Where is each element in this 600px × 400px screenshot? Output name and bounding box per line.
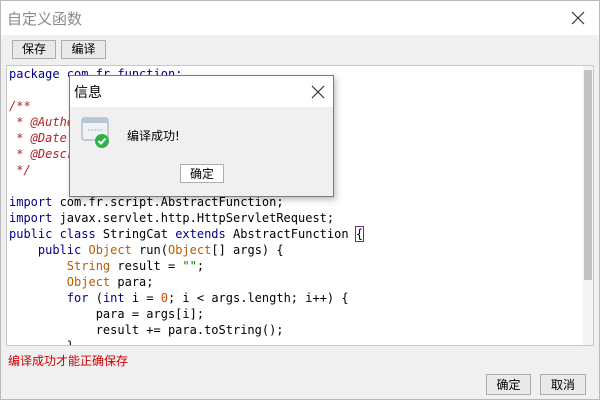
dialog-title-bar: 信息 <box>70 76 333 107</box>
code-token: com.fr.script.AbstractFunction; <box>52 195 284 209</box>
compile-button[interactable]: 编译 <box>61 40 106 59</box>
code-token: [] args) { <box>211 243 284 257</box>
success-check-icon <box>81 117 109 148</box>
code-line: } <box>9 338 363 346</box>
custom-function-window: 自定义函数 保存 编译 package com.fr.function; /**… <box>0 0 600 400</box>
code-line: result += para.toString(); <box>9 322 363 338</box>
code-token: public class <box>9 227 96 241</box>
window-close-button[interactable] <box>563 3 593 33</box>
dialog-message: 编译成功! <box>127 129 180 143</box>
info-dialog: 信息 编译成功! 确定 <box>69 75 334 197</box>
code-token: extends <box>175 227 226 241</box>
cancel-button[interactable]: 取消 <box>540 374 586 395</box>
status-message: 编译成功才能正确保存 <box>8 354 129 368</box>
title-bar: 自定义函数 <box>1 1 599 35</box>
code-token: * @Descr <box>9 147 75 161</box>
matched-brace: { <box>354 226 365 242</box>
code-token: */ <box>9 163 31 177</box>
code-token: * @Autho <box>9 115 75 129</box>
code-line: String result = ""; <box>9 258 363 274</box>
code-token: result = <box>110 259 183 273</box>
code-token: * @Date: <box>9 131 75 145</box>
dialog-title: 信息 <box>74 85 102 101</box>
code-line: Object para; <box>9 274 363 290</box>
ok-button[interactable]: 确定 <box>486 374 531 395</box>
code-token: String <box>66 259 111 273</box>
code-token: public <box>37 243 82 257</box>
window-title: 自定义函数 <box>7 10 83 28</box>
code-token: Object <box>66 275 111 289</box>
code-token: import <box>9 211 53 225</box>
vertical-scrollbar[interactable] <box>583 66 593 345</box>
code-token: for <box>66 291 89 305</box>
code-token: StringCat <box>95 227 176 241</box>
code-token: javax.servlet.http.HttpServletRequest; <box>52 211 335 225</box>
code-token: import <box>9 195 53 209</box>
code-line: public class StringCat extends AbstractF… <box>9 226 365 242</box>
code-token: para = args[i]; <box>9 307 205 321</box>
code-token: "" <box>182 259 197 273</box>
code-token: 0 <box>160 291 168 305</box>
code-token: AbstractFunction <box>225 227 356 241</box>
close-icon <box>311 85 325 99</box>
save-button[interactable]: 保存 <box>12 40 56 59</box>
code-token: ; i < args.length; i++) { <box>167 291 349 305</box>
code-token: } <box>9 339 75 346</box>
code-token: para; <box>110 275 154 289</box>
toolbar: 保存 编译 <box>1 35 599 63</box>
code-token: ; <box>196 259 205 273</box>
code-token: int <box>102 291 125 305</box>
dialog-close-button[interactable] <box>303 77 333 107</box>
code-token: Object <box>88 243 132 257</box>
code-token: Object <box>167 243 212 257</box>
close-icon <box>571 11 585 25</box>
code-line: for (int i = 0; i < args.length; i++) { <box>9 290 363 306</box>
scrollbar-thumb[interactable] <box>584 70 592 280</box>
code-token: result += para.toString(); <box>9 323 284 337</box>
code-token: i = <box>124 291 161 305</box>
code-line: import javax.servlet.http.HttpServletReq… <box>9 210 363 226</box>
code-line: public Object run(Object[] args) { <box>9 242 363 258</box>
code-token: ( <box>88 291 103 305</box>
code-line: para = args[i]; <box>9 306 363 322</box>
code-token: /** <box>9 99 31 113</box>
dialog-ok-button[interactable]: 确定 <box>180 164 224 183</box>
code-token: run( <box>131 243 168 257</box>
